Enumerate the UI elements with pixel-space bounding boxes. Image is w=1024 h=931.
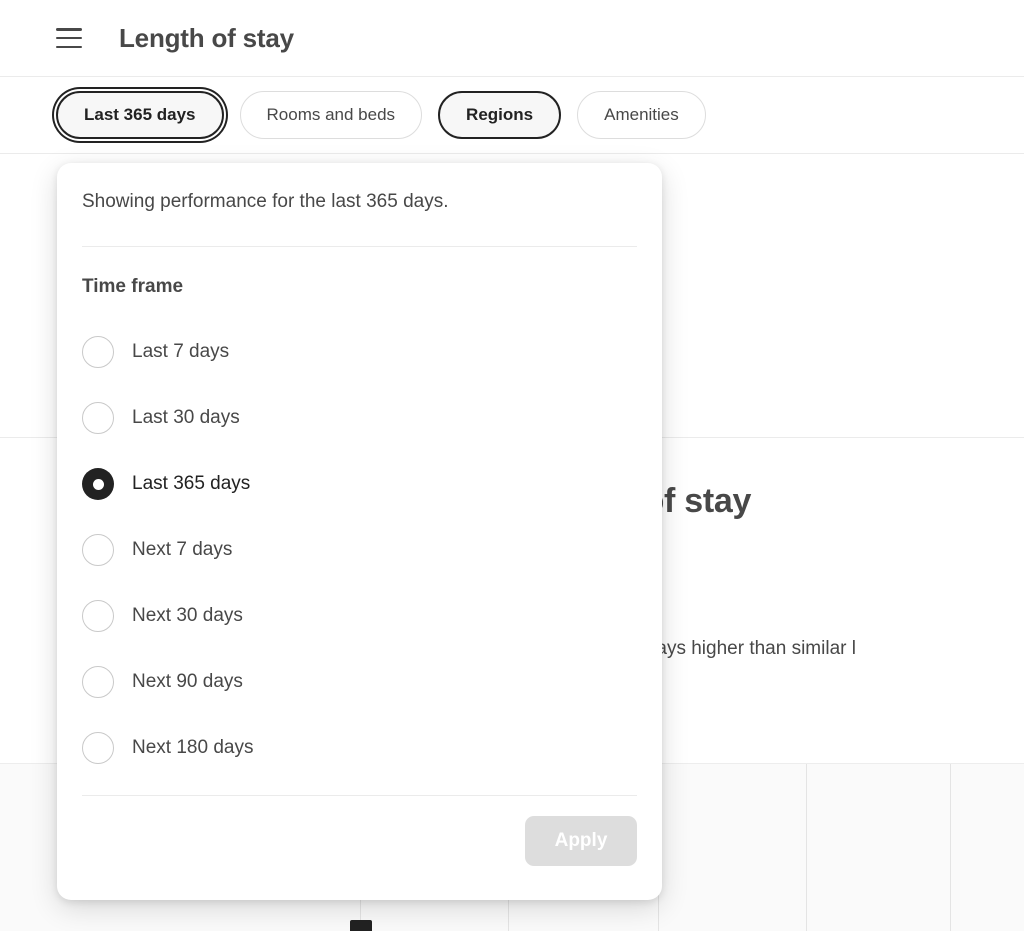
radio-unchecked-icon [82, 732, 114, 764]
radio-option-label: Next 30 days [132, 605, 243, 626]
radio-checked-icon [82, 468, 114, 500]
time-frame-label: Time frame [82, 276, 184, 297]
filter-pill-rooms-and-beds[interactable]: Rooms and beds [239, 91, 423, 139]
hamburger-line [56, 36, 82, 40]
chart-gridline [950, 764, 951, 931]
popover-divider-bottom [82, 795, 637, 796]
radio-unchecked-icon [82, 600, 114, 632]
popover-footer: Apply [82, 811, 637, 871]
radio-option-next-30-days[interactable]: Next 30 days [82, 599, 637, 633]
filter-bar: Last 365 days Rooms and beds Regions Ame… [0, 77, 1024, 154]
radio-option-label: Next 90 days [132, 671, 243, 692]
radio-option-label: Last 30 days [132, 407, 240, 428]
radio-unchecked-icon [82, 402, 114, 434]
radio-option-last-7-days[interactable]: Last 7 days [82, 335, 637, 369]
popover-description: Showing performance for the last 365 day… [82, 191, 449, 212]
hamburger-line [56, 28, 82, 31]
apply-button[interactable]: Apply [525, 816, 637, 866]
page-title: Length of stay [119, 22, 294, 53]
time-frame-radio-group: Last 7 days Last 30 days Last 365 days N… [82, 335, 637, 765]
app-header: Length of stay [0, 0, 1024, 77]
chart-bar [350, 920, 372, 931]
radio-option-label: Next 180 days [132, 737, 254, 758]
radio-option-next-180-days[interactable]: Next 180 days [82, 731, 637, 765]
filter-pill-last-365-days[interactable]: Last 365 days [56, 91, 224, 139]
radio-option-last-365-days[interactable]: Last 365 days [82, 467, 637, 501]
popover-body: Showing performance for the last 365 day… [57, 163, 662, 900]
app-screen: ngth of stay istings is 1.2 days higher … [0, 0, 1024, 931]
chart-gridline [806, 764, 807, 931]
radio-unchecked-icon [82, 534, 114, 566]
hamburger-line [56, 45, 82, 48]
radio-option-label: Next 7 days [132, 539, 233, 560]
filter-pill-regions[interactable]: Regions [438, 91, 562, 139]
radio-unchecked-icon [82, 666, 114, 698]
radio-option-label: Last 7 days [132, 341, 230, 362]
filter-pill-amenities[interactable]: Amenities [577, 91, 706, 139]
time-frame-popover: Showing performance for the last 365 day… [57, 163, 662, 900]
radio-option-label: Last 365 days [132, 473, 251, 494]
radio-unchecked-icon [82, 336, 114, 368]
radio-option-next-7-days[interactable]: Next 7 days [82, 533, 637, 567]
hamburger-menu-icon[interactable] [56, 28, 82, 48]
radio-option-last-30-days[interactable]: Last 30 days [82, 401, 637, 435]
popover-divider-top [82, 246, 637, 247]
radio-option-next-90-days[interactable]: Next 90 days [82, 665, 637, 699]
